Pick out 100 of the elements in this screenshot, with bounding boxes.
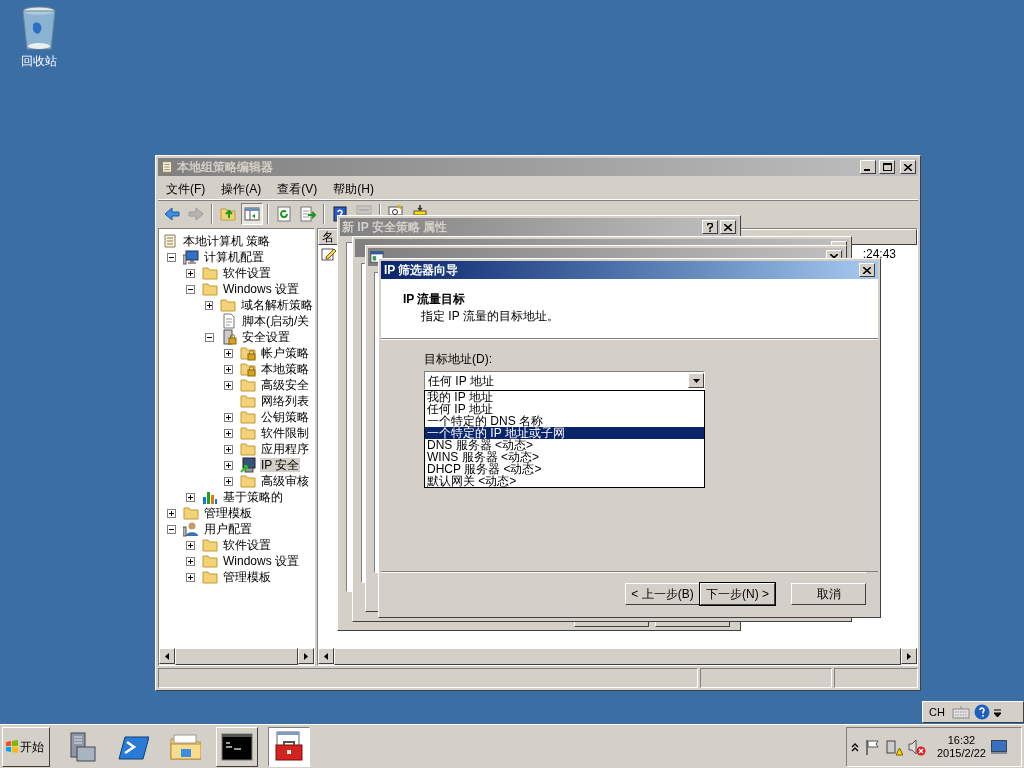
dialog-title: 新 IP 安全策略 属性 [342,220,448,234]
dropdown-option[interactable]: DNS 服务器 <动态> [425,439,704,451]
dropdown-option[interactable]: 任何 IP 地址 [425,403,704,415]
field-label: 目标地址(D): [424,352,493,366]
speaker-muted-icon[interactable] [908,737,926,756]
expander[interactable] [224,412,233,422]
tree-item[interactable]: 本地策略 [260,362,310,376]
tree-item[interactable]: 软件限制 [260,426,310,440]
help-button[interactable] [702,220,718,234]
folder-icon [202,553,218,569]
expander[interactable] [167,524,176,534]
expander[interactable] [224,364,233,374]
tree-item[interactable]: 帐户策略 [260,346,310,360]
expander[interactable] [186,556,195,566]
expander[interactable] [186,540,195,550]
tree-item[interactable]: 软件设置 [222,538,272,552]
taskbar-button[interactable] [268,726,310,767]
expander[interactable] [224,380,233,390]
expander[interactable] [205,300,213,310]
menu-item[interactable]: 文件(F) [160,181,212,196]
expander[interactable] [205,332,214,342]
expander[interactable] [224,348,233,358]
wizard-button[interactable]: < 上一步(B) [625,583,700,605]
expander[interactable] [224,428,233,438]
tree-item[interactable]: 高级审核 [260,474,310,488]
close-icon [904,163,912,171]
toolbox-icon [273,730,305,763]
tree-item[interactable]: Windows 设置 [222,282,300,296]
expander[interactable] [186,572,195,582]
folder-icon [202,281,218,297]
maximize-button[interactable] [879,160,895,174]
language-indicator[interactable]: CH [926,705,948,719]
close-button[interactable] [859,263,875,277]
power-warning-icon[interactable] [885,737,903,756]
expand-up-icon[interactable] [851,741,859,752]
dropdown-field[interactable]: 任何 IP 地址 [424,371,705,390]
help-icon[interactable] [973,704,990,720]
scroll-right-button[interactable] [298,648,314,664]
tree-item[interactable]: Windows 设置 [222,554,300,568]
left-arrow-icon [165,652,169,660]
clock-date[interactable]: 2015/2/22 [937,746,986,760]
dropdown-option[interactable]: 默认网关 <动态> [425,475,704,487]
expander[interactable] [186,492,195,502]
expander[interactable] [224,444,233,454]
tree-item[interactable]: 网络列表 [260,394,310,408]
tree-item[interactable]: 域名解析策略 [240,298,314,312]
plus-icon [169,510,174,516]
tree-item[interactable]: 基于策略的 [222,490,284,504]
expander[interactable] [224,476,233,486]
wizard-button[interactable]: 取消 [791,583,866,605]
tree-item[interactable]: 应用程序 [260,442,310,456]
tree-item[interactable]: 脚本(启动/关 [241,314,311,328]
monitor-arrow-icon [240,457,256,473]
close-button[interactable] [720,220,736,234]
scrollbar[interactable] [159,648,314,665]
start-button[interactable]: 开始 [2,726,50,767]
dropdown-option[interactable]: 我的 IP 地址 [425,391,704,403]
folder-icon [202,569,218,585]
clock-time[interactable]: 16:32 [947,733,976,747]
tree-item[interactable]: 管理模板 [203,506,253,520]
desktop-icon-label[interactable]: 回收站 [21,54,57,68]
minus-icon [169,254,174,260]
tree-item[interactable]: 安全设置 [241,330,291,344]
tree-item[interactable]: 用户配置 [203,522,253,536]
tree-item[interactable]: 计算机配置 [203,250,265,264]
menu-item[interactable]: 操作(A) [215,181,268,196]
minimize-button[interactable] [860,160,876,174]
flag-icon[interactable] [864,738,880,755]
tree-item[interactable]: 高级安全 [260,378,310,392]
dropdown-arrow-icon [692,378,700,383]
expander[interactable] [186,284,195,294]
expander[interactable] [224,460,233,470]
scroll-left-button[interactable] [159,648,175,664]
right-arrow-icon [907,652,911,660]
scroll-right-button[interactable] [901,648,917,664]
tree-item[interactable]: 软件设置 [222,266,272,280]
menu-item[interactable]: 帮助(H) [327,181,380,196]
tree-item[interactable]: 本地计算机 策略 [182,234,272,248]
tree-item[interactable]: IP 安全 [260,458,301,472]
expander[interactable] [167,508,176,518]
options-caret-icon[interactable] [993,707,1001,717]
plus-icon [226,366,231,372]
dropdown-option[interactable]: DHCP 服务器 <动态> [425,463,704,475]
folder-icon [240,425,256,441]
close-button[interactable] [900,160,916,174]
dropdown-button[interactable] [688,373,704,388]
dropdown-option[interactable]: WINS 服务器 <动态> [425,451,704,463]
tree-item[interactable]: 管理模板 [222,570,272,584]
show-desktop-icon[interactable] [990,739,1007,754]
scroll-left-button[interactable] [318,648,334,664]
dropdown-option[interactable]: 一个特定的 IP 地址或子网 [425,427,704,439]
expander[interactable] [186,268,195,278]
menu-item[interactable]: 查看(V) [271,181,324,196]
dropdown-option[interactable]: 一个特定的 DNS 名称 [425,415,704,427]
plus-icon [226,462,231,468]
expander[interactable] [167,252,176,262]
tree-item[interactable]: 公钥策略 [260,410,310,424]
plus-icon [226,446,231,452]
wizard-button[interactable]: 下一步(N) > [700,583,775,605]
scroll-thumb[interactable] [175,648,298,665]
